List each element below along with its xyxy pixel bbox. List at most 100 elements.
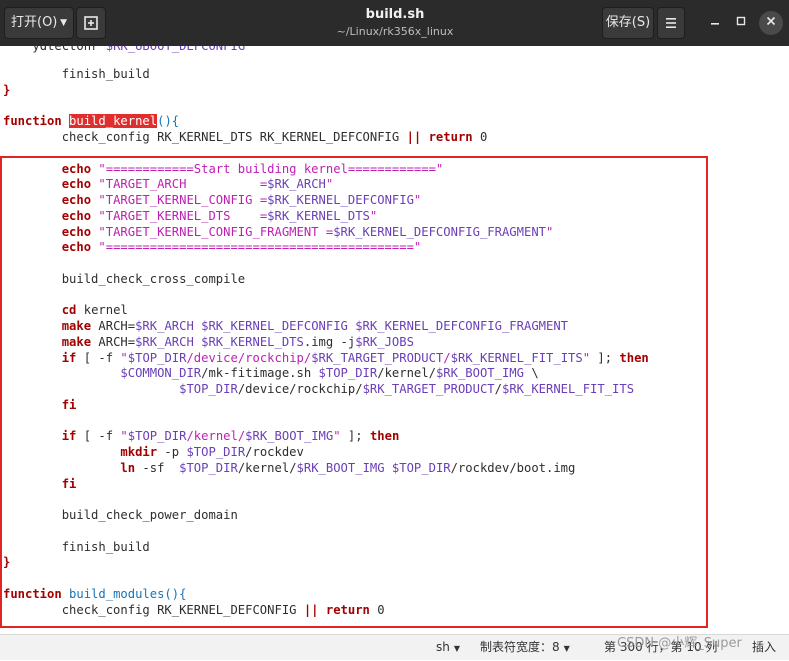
save-button[interactable]: 保存(S) (602, 7, 654, 39)
code-token: /kernel/ (377, 366, 436, 381)
code-token: / (443, 350, 451, 365)
code-token: echo (61, 161, 92, 176)
code-line: build_check_power_domain (3, 507, 238, 523)
code-token: $RK_BOOT_IMG $TOP_DIR (296, 460, 451, 475)
code-line: mkdir -p $TOP_DIR/rockdev (3, 444, 304, 460)
code-token: " (369, 208, 378, 223)
code-line: } (3, 82, 10, 98)
code-token: / (494, 382, 502, 396)
chevron-down-icon: ▼ (563, 644, 570, 653)
code-token: cd (61, 303, 77, 318)
code-token: "TARGET_ARCH = (91, 177, 268, 192)
window-title: build.sh (365, 7, 425, 22)
maximize-button[interactable] (730, 12, 752, 34)
tab-width-selector[interactable]: 制表符宽度：8 ▼ (480, 635, 570, 661)
code-token: $RK_KERNEL_DEFCONFIG (267, 193, 414, 207)
chevron-down-icon: ▼ (60, 18, 67, 28)
code-token: /rockdev/boot.img (450, 460, 576, 475)
code-token: $TOP_DIR (127, 429, 187, 444)
code-token: echo (61, 208, 92, 223)
code-token: ]; (590, 350, 620, 365)
maximize-icon (736, 16, 746, 26)
code-token: "============Start building kernel======… (91, 161, 444, 176)
window-subtitle: ~/Linux/rk356x_linux (336, 25, 454, 38)
close-button[interactable] (759, 11, 783, 35)
code-editor[interactable]: ydtectonr $RK_UBOOT_DEFCONFIG finish_bui… (0, 46, 789, 634)
code-token: then (369, 429, 400, 444)
menu-button[interactable] (657, 7, 685, 39)
code-token: ln (120, 460, 136, 475)
code-token: \ (524, 366, 539, 381)
code-line: echo "TARGET_ARCH =$RK_ARCH" (3, 176, 334, 192)
chevron-down-icon: ▼ (453, 644, 461, 653)
close-icon (766, 16, 776, 26)
code-line-partial: ydtectonr $RK_UBOOT_DEFCONFIG (17, 46, 246, 53)
code-token: 0 (472, 130, 488, 144)
window-title-area: build.sh ~/Linux/rk356x_linux (250, 6, 540, 40)
code-token: /rockdev (245, 445, 304, 459)
code-line: echo "TARGET_KERNEL_CONFIG_FRAGMENT =$RK… (3, 224, 554, 240)
code-token: /kernel/ (237, 460, 297, 475)
code-token: build_kernel (69, 114, 158, 129)
code-token: ARCH= (91, 319, 136, 333)
code-token: $RK_TARGET_PRODUCT (311, 350, 444, 365)
code-line: echo "==================================… (3, 239, 422, 255)
code-token: $RK_ARCH $RK_KERNEL_DEFCONFIG $RK_KERNEL… (135, 319, 569, 333)
code-token: echo (61, 224, 92, 239)
code-token: $TOP_DIR (179, 460, 238, 475)
code-token: $TOP_DIR (318, 366, 378, 381)
code-token: $RK_ARCH (267, 177, 326, 192)
watermark: CSDN @小辉_Super (617, 636, 742, 651)
code-token: $RK_KERNEL_FIT_ITS (501, 382, 635, 396)
code-token: ]; (340, 429, 370, 444)
code-line: if [ -f "$TOP_DIR/device/rockchip/$RK_TA… (3, 350, 649, 366)
code-line: cd kernel (3, 302, 128, 318)
code-token: if (61, 429, 77, 444)
code-token: /device/rockchip/ (237, 382, 363, 396)
code-token: -p (157, 445, 187, 459)
code-token: ARCH= (91, 334, 136, 349)
code-token: $RK_ARCH $RK_KERNEL_DTS (135, 334, 304, 349)
code-line: fi (3, 397, 77, 413)
code-token: "TARGET_KERNEL_DTS = (91, 208, 268, 223)
new-document-button[interactable] (76, 7, 106, 39)
code-token: make (61, 319, 92, 333)
code-token: mkdir (120, 445, 158, 459)
code-token: $RK_JOBS (355, 334, 414, 349)
code-token: $RK_BOOT_IMG (435, 366, 524, 381)
code-token: " (325, 177, 334, 192)
minimize-button[interactable] (704, 12, 726, 34)
language-selector[interactable]: sh ▼ (436, 635, 460, 661)
open-button[interactable]: 打开(O) ▼ (4, 7, 74, 39)
minimize-icon (711, 23, 719, 25)
code-token: function (3, 114, 62, 129)
code-line: $COMMON_DIR/mk-fitimage.sh $TOP_DIR/kern… (3, 365, 539, 381)
code-token: } (3, 82, 11, 97)
code-line: build_check_cross_compile (3, 271, 245, 287)
code-token: || (406, 130, 422, 144)
code-line: ln -sf $TOP_DIR/kernel/$RK_BOOT_IMG $TOP… (3, 460, 575, 476)
code-token: return (325, 602, 370, 617)
code-token: $RK_KERNEL_DTS (267, 208, 370, 223)
code-line: finish_build (3, 66, 150, 82)
code-line: make ARCH=$RK_ARCH $RK_KERNEL_DTS.img -j… (3, 334, 414, 350)
code-token: /device/rockchip/ (186, 350, 312, 365)
code-line: function build_kernel(){ (3, 113, 179, 129)
code-token: [ -f (76, 429, 121, 444)
code-token: $RK_KERNEL_FIT_ITS (450, 350, 583, 365)
insert-mode-indicator[interactable]: 插入 (752, 635, 776, 660)
code-line: $TOP_DIR/device/rockchip/$RK_TARGET_PROD… (3, 381, 634, 397)
code-token: echo (61, 177, 92, 192)
code-token: check_config RK_KERNEL_DEFCONFIG (3, 602, 304, 617)
code-token: 0 (369, 602, 385, 617)
